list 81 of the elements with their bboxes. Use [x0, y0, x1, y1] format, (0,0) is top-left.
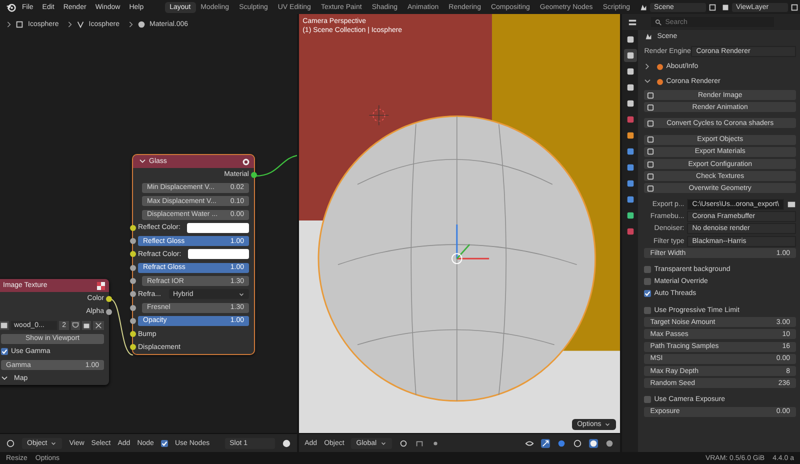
socket[interactable]: [130, 224, 136, 231]
chevron-icon: [128, 21, 132, 28]
caret-icon: [604, 421, 612, 428]
folder-icon[interactable]: [787, 200, 796, 210]
copy-icon[interactable]: [82, 320, 91, 330]
scene-icon[interactable]: [639, 2, 648, 12]
checkbox[interactable]: [160, 440, 168, 446]
checkbox[interactable]: [644, 278, 652, 286]
node-card[interactable]: [133, 155, 254, 354]
caret-icon[interactable]: [645, 63, 650, 70]
square-icon: [647, 184, 654, 192]
square-icon: [626, 35, 635, 44]
square-icon: [626, 83, 635, 92]
square-icon: [626, 211, 635, 220]
circle-icon: [657, 64, 664, 70]
gizmo-icon[interactable]: [541, 438, 550, 448]
sphere-icon[interactable]: [282, 438, 291, 448]
square-icon: [647, 104, 654, 111]
caret-icon[interactable]: [644, 79, 652, 84]
square-icon: [626, 179, 635, 188]
socket[interactable]: [106, 296, 112, 302]
chevron-icon: [6, 21, 11, 28]
copy-icon[interactable]: [708, 2, 718, 12]
sphere-icon: [136, 20, 146, 29]
square-icon: [626, 67, 635, 76]
socket[interactable]: [130, 238, 136, 244]
color-swatch[interactable]: [188, 249, 249, 260]
chevron-icon: [66, 21, 72, 28]
property-tab[interactable]: [624, 49, 637, 62]
socket[interactable]: [130, 304, 136, 311]
square-icon: [626, 163, 635, 172]
search-icon: [655, 18, 662, 26]
sphere-icon: [242, 158, 250, 166]
socket[interactable]: [251, 172, 257, 178]
square-icon: [647, 172, 654, 180]
circle-icon: [657, 78, 664, 84]
scene-icon: [644, 32, 654, 41]
square-icon: [647, 92, 654, 99]
cube-icon: [15, 20, 24, 29]
square-icon: [647, 160, 654, 168]
solid-shading-icon[interactable]: [589, 438, 598, 448]
square-icon: [626, 227, 635, 236]
socket[interactable]: [130, 264, 136, 271]
socket[interactable]: [130, 251, 136, 258]
square-icon: [647, 120, 654, 127]
square-icon: [626, 195, 635, 204]
copy-icon[interactable]: [790, 2, 800, 12]
image-icon[interactable]: [0, 320, 9, 330]
mesh-icon: [76, 20, 85, 29]
transform-gizmo-icon[interactable]: [451, 224, 489, 264]
caret-icon: [238, 290, 245, 298]
square-icon: [647, 148, 654, 156]
close-icon[interactable]: [93, 320, 104, 330]
square-icon: [626, 131, 635, 140]
checkbox[interactable]: [644, 266, 652, 274]
caret-icon: [50, 440, 58, 446]
3d-cursor-icon: [368, 104, 389, 126]
checkbox[interactable]: [644, 396, 652, 403]
square-icon: [626, 99, 635, 108]
checker-icon: [97, 282, 105, 290]
square-icon: [647, 136, 654, 144]
link-wire: [254, 154, 297, 177]
checkbox[interactable]: [644, 306, 652, 314]
checkbox[interactable]: [1, 348, 8, 356]
socket[interactable]: [130, 318, 136, 324]
checkbox[interactable]: [644, 290, 652, 298]
visibility-icon[interactable]: [525, 438, 534, 448]
link-wire: [110, 298, 134, 356]
square-icon: [626, 147, 635, 156]
square-icon: [626, 115, 635, 124]
color-swatch[interactable]: [187, 222, 249, 233]
socket[interactable]: [130, 331, 136, 338]
blender-logo-icon[interactable]: [6, 2, 16, 12]
caret-icon: [380, 440, 387, 446]
socket[interactable]: [130, 344, 136, 350]
shield-icon[interactable]: [71, 320, 80, 330]
material-shading-icon[interactable]: [605, 438, 614, 448]
socket[interactable]: [130, 291, 136, 298]
square-icon: [626, 51, 635, 60]
socket[interactable]: [106, 308, 112, 315]
socket[interactable]: [130, 278, 136, 284]
